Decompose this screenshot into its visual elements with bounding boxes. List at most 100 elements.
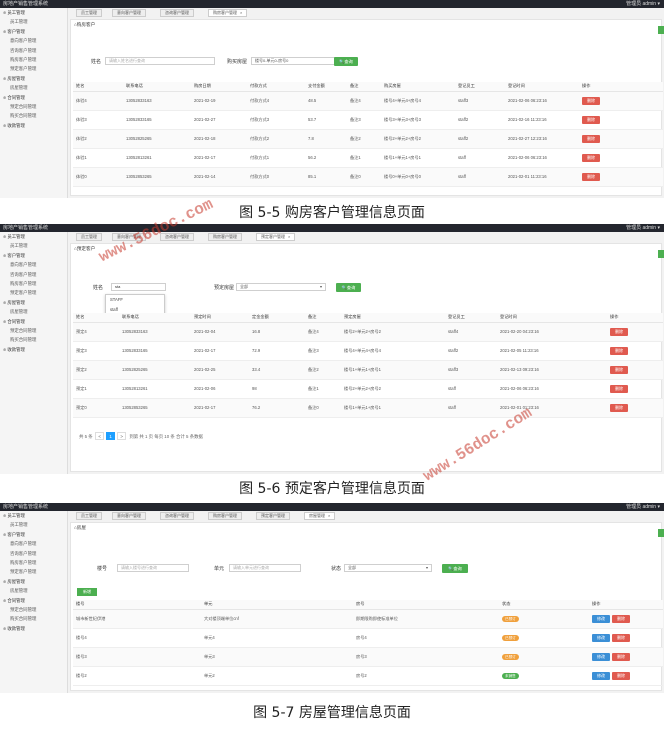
sidebar-item[interactable]: 员工管理 xyxy=(0,17,67,26)
sidebar-item[interactable]: 咨询客户管理 xyxy=(0,270,67,279)
tab-item[interactable]: 购房客户管理 xyxy=(208,233,242,241)
modify-button[interactable]: 修改 xyxy=(592,633,610,642)
table-cell: staff xyxy=(455,167,505,187)
sidebar-group[interactable]: 收款管理 xyxy=(0,345,67,354)
next-page-button[interactable]: > xyxy=(117,432,127,440)
sidebar-group[interactable]: 员工管理 xyxy=(0,8,67,17)
sidebar-item[interactable]: 咨询客户管理 xyxy=(0,46,67,55)
modify-button[interactable]: 修改 xyxy=(592,652,610,661)
sidebar-item[interactable]: 房屋管理 xyxy=(0,83,67,92)
delete-button[interactable]: 删除 xyxy=(582,115,600,124)
search-button[interactable]: 🔍查询 xyxy=(442,564,468,573)
lou-search-input[interactable]: 请输入楼号进行查询 xyxy=(117,564,189,572)
delete-button[interactable]: 删除 xyxy=(612,633,630,642)
sidebar-item[interactable]: 咨询客户管理 xyxy=(0,549,67,558)
sidebar-group[interactable]: 客户管理 xyxy=(0,27,67,36)
modify-button[interactable]: 修改 xyxy=(592,671,610,680)
prev-page-button[interactable]: < xyxy=(95,432,105,440)
delete-button[interactable]: 删除 xyxy=(582,172,600,181)
sidebar-group[interactable]: 合同管理 xyxy=(0,596,67,605)
side-tab[interactable] xyxy=(658,26,664,34)
table-cell: 房号4 xyxy=(353,628,499,648)
house-select[interactable]: 全部 ▾ xyxy=(236,283,326,291)
sidebar-group[interactable]: 员工管理 xyxy=(0,232,67,241)
tab-item[interactable]: 员工管理 xyxy=(76,512,102,520)
sidebar-item[interactable]: 意向客户管理 xyxy=(0,260,67,269)
modify-button[interactable]: 修改 xyxy=(592,614,610,623)
name-search-input[interactable]: sta xyxy=(111,283,166,291)
user-menu[interactable]: 管理员 admin ▾ xyxy=(626,224,660,232)
table-cell: staff3 xyxy=(455,91,505,111)
delete-button[interactable]: 删除 xyxy=(612,652,630,661)
tab-item[interactable]: 购房客户管理 xyxy=(208,512,242,520)
table-cell: 预定3 xyxy=(73,341,119,361)
sidebar-group[interactable]: 收款管理 xyxy=(0,624,67,633)
state-select[interactable]: 全部 ▾ xyxy=(344,564,432,572)
sidebar-item[interactable]: 预定合同管理 xyxy=(0,605,67,614)
sidebar-group[interactable]: 客户管理 xyxy=(0,251,67,260)
close-icon[interactable]: × xyxy=(328,513,330,518)
sidebar-group[interactable]: 房屋管理 xyxy=(0,74,67,83)
sidebar-item[interactable]: 意向客户管理 xyxy=(0,539,67,548)
sidebar-group[interactable]: 客户管理 xyxy=(0,530,67,539)
user-menu[interactable]: 管理员 admin ▾ xyxy=(626,503,660,511)
close-icon[interactable]: × xyxy=(288,234,290,239)
side-tab[interactable] xyxy=(658,529,664,537)
house-select[interactable]: 楼号0-单元0-房号0▾ xyxy=(251,57,341,65)
delete-button[interactable]: 删除 xyxy=(582,134,600,143)
sidebar-group[interactable]: 收款管理 xyxy=(0,121,67,130)
delete-button[interactable]: 删除 xyxy=(582,153,600,162)
sidebar-item[interactable]: 预定客户管理 xyxy=(0,64,67,73)
sidebar-item[interactable]: 购买合同管理 xyxy=(0,614,67,623)
column-header: 单元 xyxy=(201,600,353,610)
delete-button[interactable]: 删除 xyxy=(610,346,628,355)
sidebar-group[interactable]: 员工管理 xyxy=(0,511,67,520)
sidebar-item[interactable]: 员工管理 xyxy=(0,241,67,250)
search-button[interactable]: 🔍查询 xyxy=(336,283,361,292)
user-menu[interactable]: 管理员 admin ▾ xyxy=(626,0,660,8)
sidebar-item[interactable]: 购房客户管理 xyxy=(0,279,67,288)
sidebar-item[interactable]: 预定合同管理 xyxy=(0,102,67,111)
table-cell: 2021-02-16 11:23:16 xyxy=(505,110,579,130)
sidebar-item[interactable]: 购买合同管理 xyxy=(0,111,67,120)
tab-item[interactable]: 咨询客户管理 xyxy=(160,9,194,17)
name-search-input[interactable]: 请输入姓名进行查询 xyxy=(105,57,215,65)
sidebar-item[interactable]: 房屋管理 xyxy=(0,586,67,595)
delete-button[interactable]: 删除 xyxy=(610,327,628,336)
tab-item[interactable]: 预定客户管理 xyxy=(256,512,290,520)
delete-button[interactable]: 删除 xyxy=(610,403,628,412)
sidebar-item[interactable]: 意向客户管理 xyxy=(0,36,67,45)
delete-button[interactable]: 删除 xyxy=(610,365,628,374)
page-1-button[interactable]: 1 xyxy=(106,432,116,440)
tab-item[interactable]: 房屋管理 × xyxy=(304,512,336,520)
sidebar-group[interactable]: 合同管理 xyxy=(0,317,67,326)
sidebar-group[interactable]: 房屋管理 xyxy=(0,577,67,586)
tab-item[interactable]: 员工管理 xyxy=(76,9,102,17)
sidebar-item[interactable]: 预定客户管理 xyxy=(0,567,67,576)
side-tab[interactable] xyxy=(658,250,664,258)
delete-button[interactable]: 删除 xyxy=(582,96,600,105)
search-button[interactable]: 🔍查询 xyxy=(334,57,358,66)
tab-item[interactable]: 预定客户管理 × xyxy=(256,233,296,241)
tab-item[interactable]: 意向客户管理 xyxy=(112,512,146,520)
close-icon[interactable]: × xyxy=(240,10,242,15)
delete-button[interactable]: 删除 xyxy=(610,384,628,393)
delete-button[interactable]: 删除 xyxy=(612,614,630,623)
delete-button[interactable]: 删除 xyxy=(612,671,630,680)
sidebar-item[interactable]: 预定合同管理 xyxy=(0,326,67,335)
sidebar-item[interactable]: 房屋管理 xyxy=(0,307,67,316)
sidebar-item[interactable]: 购买合同管理 xyxy=(0,335,67,344)
add-button[interactable]: 新增 xyxy=(77,588,97,596)
sidebar-item[interactable]: 员工管理 xyxy=(0,520,67,529)
unit-search-input[interactable]: 请输入单元进行查询 xyxy=(229,564,301,572)
tab-item[interactable]: 员工管理 xyxy=(76,233,102,241)
sidebar-group[interactable]: 房屋管理 xyxy=(0,298,67,307)
tab-item[interactable]: 意向客户管理 xyxy=(112,9,146,17)
sidebar-item[interactable]: 购房客户管理 xyxy=(0,558,67,567)
sidebar-item[interactable]: 购房客户管理 xyxy=(0,55,67,64)
sidebar-item[interactable]: 预定客户管理 xyxy=(0,288,67,297)
tab-item[interactable]: 购房客户管理 × xyxy=(208,9,248,17)
sidebar-group[interactable]: 合同管理 xyxy=(0,93,67,102)
tab-item[interactable]: 咨询客户管理 xyxy=(160,512,194,520)
dropdown-option[interactable]: STAFF xyxy=(106,295,164,305)
